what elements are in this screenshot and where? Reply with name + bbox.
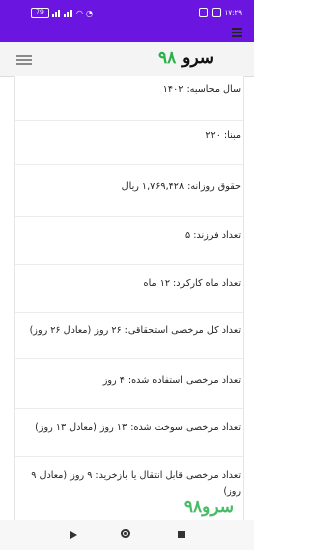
signal-icon — [52, 9, 61, 17]
watermark-logo: سرو۹۸ — [183, 497, 234, 517]
divider — [15, 120, 243, 121]
divider — [15, 312, 243, 313]
home-icon[interactable] — [121, 529, 130, 538]
app-bar-band — [0, 24, 254, 42]
divider — [15, 164, 243, 165]
list-item: تعداد کل مرخصی استحقاقی: ۲۶ روز (معادل ۲… — [29, 325, 241, 336]
logo-number: ۹۸ — [157, 48, 177, 68]
back-icon[interactable] — [70, 531, 77, 539]
divider — [15, 408, 243, 409]
app-notification-icon — [198, 8, 208, 17]
divider — [15, 456, 243, 457]
site-header: سرو ۹۸ — [0, 42, 254, 77]
list-item: سال محاسبه: ۱۴۰۲ — [162, 84, 241, 95]
result-list: سال محاسبه: ۱۴۰۲ مبنا: ۲۲۰ حقوق روزانه: … — [14, 76, 244, 520]
list-item: مبنا: ۲۲۰ — [205, 130, 241, 141]
list-item: تعداد مرخصی استفاده شده: ۴ روز — [102, 375, 241, 386]
message-notification-icon — [211, 8, 221, 17]
divider — [15, 358, 243, 359]
status-right-icons: ۱۷:۲۹ — [198, 8, 242, 17]
logo-word: سرو — [182, 48, 214, 68]
wifi-icon: ◠ — [76, 8, 83, 18]
status-left-icons: 79 ◠ ◔ — [31, 8, 93, 18]
list-item: تعداد مرخصی قابل انتقال یا بازخرید: ۹ رو… — [31, 470, 241, 497]
status-bar: 79 ◠ ◔ ۱۷:۲۹ — [0, 0, 254, 24]
list-item: تعداد فرزند: ۵ — [185, 230, 241, 241]
alarm-icon: ◔ — [85, 8, 93, 18]
list-item: تعداد ماه کارکرد: ۱۲ ماه — [143, 278, 241, 289]
overflow-menu-icon[interactable] — [232, 28, 242, 37]
recent-apps-icon[interactable] — [178, 531, 185, 538]
system-nav-bar — [0, 520, 254, 550]
hamburger-icon[interactable] — [16, 55, 32, 65]
signal-icon-2 — [64, 9, 73, 17]
divider — [15, 264, 243, 265]
battery-icon: 79 — [31, 8, 49, 18]
status-time: ۱۷:۲۹ — [224, 8, 242, 17]
list-item: حقوق روزانه: ۱,۷۶۹,۴۲۸ ریال — [121, 181, 241, 192]
list-item: تعداد مرخصی سوخت شده: ۱۳ روز (معادل ۱۳ ر… — [35, 422, 241, 433]
site-logo[interactable]: سرو ۹۸ — [158, 48, 214, 68]
divider — [15, 216, 243, 217]
